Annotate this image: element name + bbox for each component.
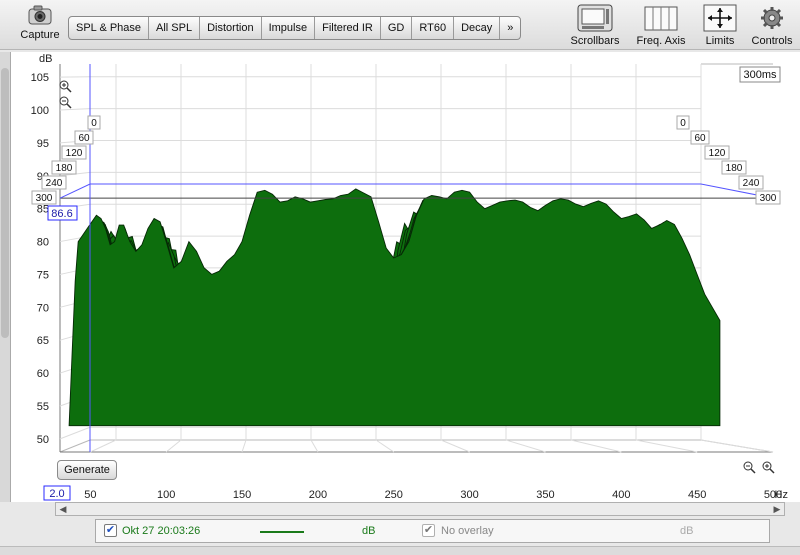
- x-tick-label: 250: [385, 489, 403, 501]
- toolbar: Capture SPL & Phase All SPL Distortion I…: [0, 0, 800, 50]
- horizontal-scrollbar[interactable]: ◀ ▶: [55, 502, 785, 516]
- y-tick-label: 105: [31, 72, 49, 84]
- measurement-line-swatch: [260, 531, 304, 533]
- vertical-scrollbar[interactable]: [0, 52, 11, 502]
- time-slice-right-label: 180: [726, 163, 743, 174]
- cursor-value: 86.6: [51, 208, 72, 220]
- y-tick-label: 100: [31, 105, 49, 117]
- time-slice-right-label: 0: [680, 118, 686, 129]
- time-slice-left-label: 180: [56, 163, 73, 174]
- scrollbars-button[interactable]: Scrollbars: [567, 4, 623, 47]
- y-tick-label: 55: [37, 401, 49, 413]
- x-tick-label: 350: [536, 489, 554, 501]
- tab-more[interactable]: »: [500, 17, 520, 39]
- y-tick-label: 95: [37, 138, 49, 150]
- zoom-out-x-icon[interactable]: [743, 461, 756, 474]
- camera-icon: [28, 5, 52, 25]
- tab-distortion[interactable]: Distortion: [200, 17, 262, 39]
- measurement-unit: dB: [362, 525, 376, 537]
- y-tick-label: 75: [37, 269, 49, 281]
- controls-label: Controls: [751, 35, 793, 47]
- y-axis-ticks: 50556065707580859095100105: [31, 72, 49, 446]
- status-footer: [0, 546, 800, 555]
- y-tick-label: 80: [37, 237, 49, 249]
- gear-icon: [761, 7, 783, 29]
- freq-axis-button[interactable]: Freq. Axis: [632, 4, 690, 47]
- measurement-checkbox[interactable]: ✔: [104, 524, 117, 537]
- y-tick-label: 60: [37, 368, 49, 380]
- graph-tabs: SPL & Phase All SPL Distortion Impulse F…: [68, 16, 522, 40]
- controls-button[interactable]: Controls: [748, 4, 796, 47]
- tab-filtered-ir[interactable]: Filtered IR: [315, 17, 381, 39]
- time-slice-right-label: 300: [760, 193, 777, 204]
- time-slice-right-label: 120: [709, 148, 726, 159]
- time-slice-left-label: 0: [91, 118, 97, 129]
- x-min-value: 2.0: [49, 488, 64, 500]
- time-label: 300ms: [743, 69, 777, 81]
- tab-rt60[interactable]: RT60: [412, 17, 455, 39]
- generate-button[interactable]: Generate: [57, 460, 117, 480]
- capture-button[interactable]: Capture: [20, 4, 60, 41]
- freq-axis-label: Freq. Axis: [636, 35, 686, 47]
- overlay-checkbox[interactable]: ✔: [422, 524, 435, 537]
- tab-spl-phase[interactable]: SPL & Phase: [69, 17, 150, 39]
- time-slice-left-label: 60: [78, 133, 90, 144]
- measurement-name[interactable]: Okt 27 20:03:26: [122, 525, 200, 537]
- x-tick-label: 100: [157, 489, 175, 501]
- scrollbars-label: Scrollbars: [570, 35, 620, 47]
- time-slice-right-label: 60: [694, 133, 706, 144]
- scrollbars-icon: [577, 4, 613, 32]
- tab-impulse[interactable]: Impulse: [262, 17, 316, 39]
- y-unit-label: dB: [39, 53, 52, 65]
- time-slice-left-label: 120: [66, 148, 83, 159]
- x-axis-ticks: 50 100 150 200 250 300 350 400 450 500: [84, 489, 782, 501]
- y-tick-label: 85: [37, 204, 49, 216]
- time-slice-left-label: 240: [46, 178, 63, 189]
- overlay-label[interactable]: No overlay: [441, 525, 494, 537]
- waterfall-plot[interactable]: 50556065707580859095100105 5010015020025…: [11, 52, 800, 502]
- overlay-unit: dB: [680, 525, 694, 537]
- scroll-left-icon[interactable]: ◀: [56, 503, 70, 515]
- zoom-in-x-icon[interactable]: [762, 461, 775, 474]
- x-tick-label: 50: [84, 489, 96, 501]
- time-slice-left-label: 300: [36, 193, 53, 204]
- limits-button[interactable]: Limits: [698, 4, 742, 47]
- vertical-scrollbar-thumb[interactable]: [1, 68, 9, 338]
- x-tick-label: 300: [460, 489, 478, 501]
- waterfall-chart[interactable]: 50556065707580859095100105 5010015020025…: [11, 52, 800, 502]
- tab-all-spl[interactable]: All SPL: [149, 17, 201, 39]
- x-tick-label: 450: [688, 489, 706, 501]
- tab-decay[interactable]: Decay: [454, 17, 501, 39]
- capture-label: Capture: [20, 29, 60, 41]
- limits-arrows-icon: [703, 4, 737, 32]
- freq-axis-icon: [644, 6, 678, 31]
- y-tick-label: 70: [37, 302, 49, 314]
- y-tick-label: 50: [37, 434, 49, 446]
- x-tick-label: 200: [309, 489, 327, 501]
- x-tick-label: 150: [233, 489, 251, 501]
- measurement-legend: ✔ Okt 27 20:03:26 dB ✔ No overlay dB: [95, 519, 770, 543]
- limits-label: Limits: [705, 35, 735, 47]
- y-tick-label: 65: [37, 335, 49, 347]
- scroll-right-icon[interactable]: ▶: [770, 503, 784, 515]
- time-slice-right-label: 240: [743, 178, 760, 189]
- x-unit-label: Hz: [775, 489, 788, 501]
- tab-gd[interactable]: GD: [381, 17, 413, 39]
- x-tick-label: 400: [612, 489, 630, 501]
